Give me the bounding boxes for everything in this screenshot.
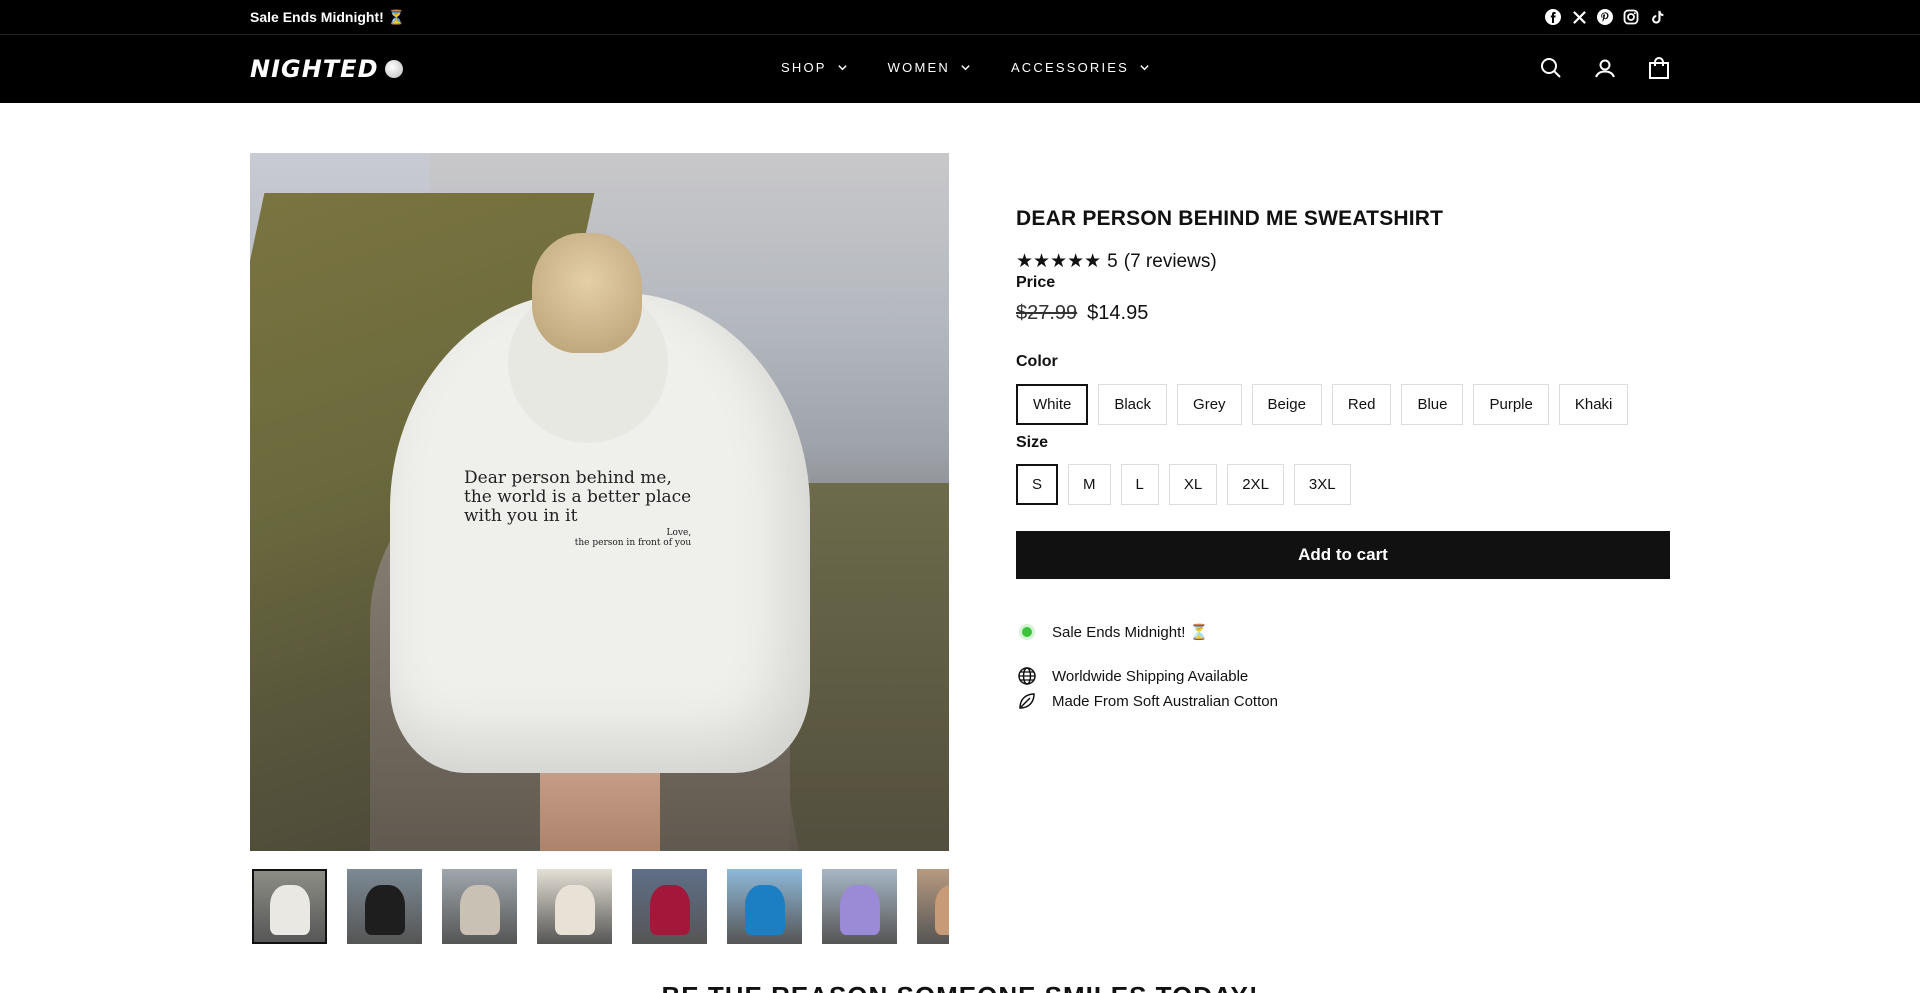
feature-shipping-text: Worldwide Shipping Available [1052, 667, 1249, 685]
thumbnail-hoodie [555, 885, 595, 935]
color-option[interactable]: White [1016, 384, 1089, 425]
size-label: Size [1016, 434, 1049, 451]
leaf-icon [1016, 690, 1038, 712]
account-icon[interactable] [1593, 56, 1617, 80]
print-signature: the person in front of you [574, 538, 692, 548]
tiktok-icon[interactable] [1648, 8, 1666, 26]
thumbnail-hoodie [365, 885, 405, 935]
search-icon[interactable] [1539, 56, 1563, 80]
size-option[interactable]: 2XL [1227, 464, 1284, 505]
thumbnail[interactable] [442, 869, 517, 944]
thumbnail[interactable] [727, 869, 802, 944]
print-line: the world is a better place [464, 487, 692, 507]
feature-cotton: Made From Soft Australian Cotton [1016, 690, 1278, 712]
color-option[interactable]: Beige [1251, 384, 1322, 425]
print-line: Dear person behind me, [464, 468, 672, 488]
print-love: Love, [666, 528, 692, 538]
color-option[interactable]: Khaki [1558, 384, 1629, 425]
thumbnail[interactable] [347, 869, 422, 944]
globe-icon [1016, 665, 1038, 687]
model-legs [540, 763, 660, 851]
nav-label: ACCESSORIES [1010, 60, 1130, 75]
product-rating[interactable]: ★★★★★ 5 (7 reviews) [1016, 250, 1217, 273]
feature-sale: Sale Ends Midnight! ⏳ [1016, 621, 1208, 643]
thumbnail-strip [252, 869, 949, 945]
thumbnail[interactable] [822, 869, 897, 944]
x-icon[interactable] [1570, 8, 1588, 26]
color-label: Color [1016, 353, 1058, 370]
header-actions [1539, 56, 1671, 80]
logo-text: NIGHTED [250, 55, 379, 83]
size-options: S M L XL 2XL 3XL [1016, 464, 1351, 505]
color-option[interactable]: Grey [1177, 384, 1242, 425]
model-hair [532, 233, 642, 353]
thumbnail-hoodie [270, 885, 310, 935]
chevron-down-icon [837, 65, 847, 71]
price-original: $27.99 [1016, 302, 1078, 324]
status-dot-icon [1016, 621, 1038, 643]
section-heading: BE THE REASON SOMEONE SMILES TODAY! [0, 981, 1920, 993]
price-row: $27.99 $14.95 [1016, 302, 1148, 325]
color-option[interactable]: Blue [1401, 384, 1464, 425]
feature-shipping: Worldwide Shipping Available [1016, 665, 1248, 687]
product-title: DEAR PERSON BEHIND ME SWEATSHIRT [1016, 207, 1444, 230]
announcement-bar: Sale Ends Midnight! ⏳ [0, 0, 1920, 34]
nav-label: WOMEN [887, 60, 950, 75]
color-option[interactable]: Purple [1473, 384, 1549, 425]
thumbnail[interactable] [537, 869, 612, 944]
instagram-icon[interactable] [1622, 8, 1640, 26]
announcement-text: Sale Ends Midnight! ⏳ [250, 9, 406, 25]
size-option[interactable]: 3XL [1293, 464, 1351, 505]
thumbnail[interactable] [252, 869, 327, 944]
nav-label: SHOP [781, 60, 827, 75]
rating-stars: ★★★★★ [1016, 251, 1102, 272]
cart-icon[interactable] [1647, 56, 1671, 80]
print-line: with you in it [464, 506, 578, 526]
chevron-down-icon [961, 65, 970, 71]
moon-icon [384, 60, 403, 78]
thumbnail-hoodie [650, 885, 690, 935]
review-count: (7 reviews) [1123, 250, 1217, 272]
feature-sale-text: Sale Ends Midnight! ⏳ [1052, 624, 1209, 641]
size-option[interactable]: S [1016, 464, 1059, 505]
nav-accessories[interactable]: ACCESSORIES [1011, 60, 1150, 75]
color-options: White Black Grey Beige Red Blue Purple Khaki [1016, 384, 1629, 425]
site-header: NIGHTED SHOP WOMEN ACCESSORIES [0, 34, 1920, 103]
hoodie-print: Dear person behind me, the world is a be… [464, 468, 692, 549]
color-option[interactable]: Red [1331, 384, 1392, 425]
feature-cotton-text: Made From Soft Australian Cotton [1052, 692, 1278, 710]
logo[interactable]: NIGHTED [250, 55, 403, 83]
thumbnail-hoodie [935, 885, 949, 935]
pinterest-icon[interactable] [1596, 8, 1614, 26]
size-option[interactable]: L [1120, 464, 1159, 505]
size-option[interactable]: M [1068, 464, 1111, 505]
thumbnail-hoodie [840, 885, 880, 935]
thumbnail-hoodie [460, 885, 500, 935]
nav-shop[interactable]: SHOP [781, 60, 848, 75]
price-sale: $14.95 [1087, 302, 1149, 324]
color-option[interactable]: Black [1098, 384, 1168, 425]
chevron-down-icon [1140, 65, 1149, 71]
add-to-cart-button[interactable]: Add to cart [1016, 531, 1670, 579]
main-nav: SHOP WOMEN ACCESSORIES [781, 60, 1150, 75]
price-label: Price [1016, 274, 1056, 291]
thumbnail[interactable] [917, 869, 949, 944]
size-option[interactable]: XL [1168, 464, 1218, 505]
nav-women[interactable]: WOMEN [888, 60, 971, 75]
rating-value: 5 [1107, 250, 1118, 272]
product-main-image[interactable]: Dear person behind me, the world is a be… [250, 153, 949, 851]
facebook-icon[interactable] [1544, 8, 1562, 26]
thumbnail-hoodie [745, 885, 785, 935]
thumbnail[interactable] [632, 869, 707, 944]
social-links [1544, 8, 1666, 26]
